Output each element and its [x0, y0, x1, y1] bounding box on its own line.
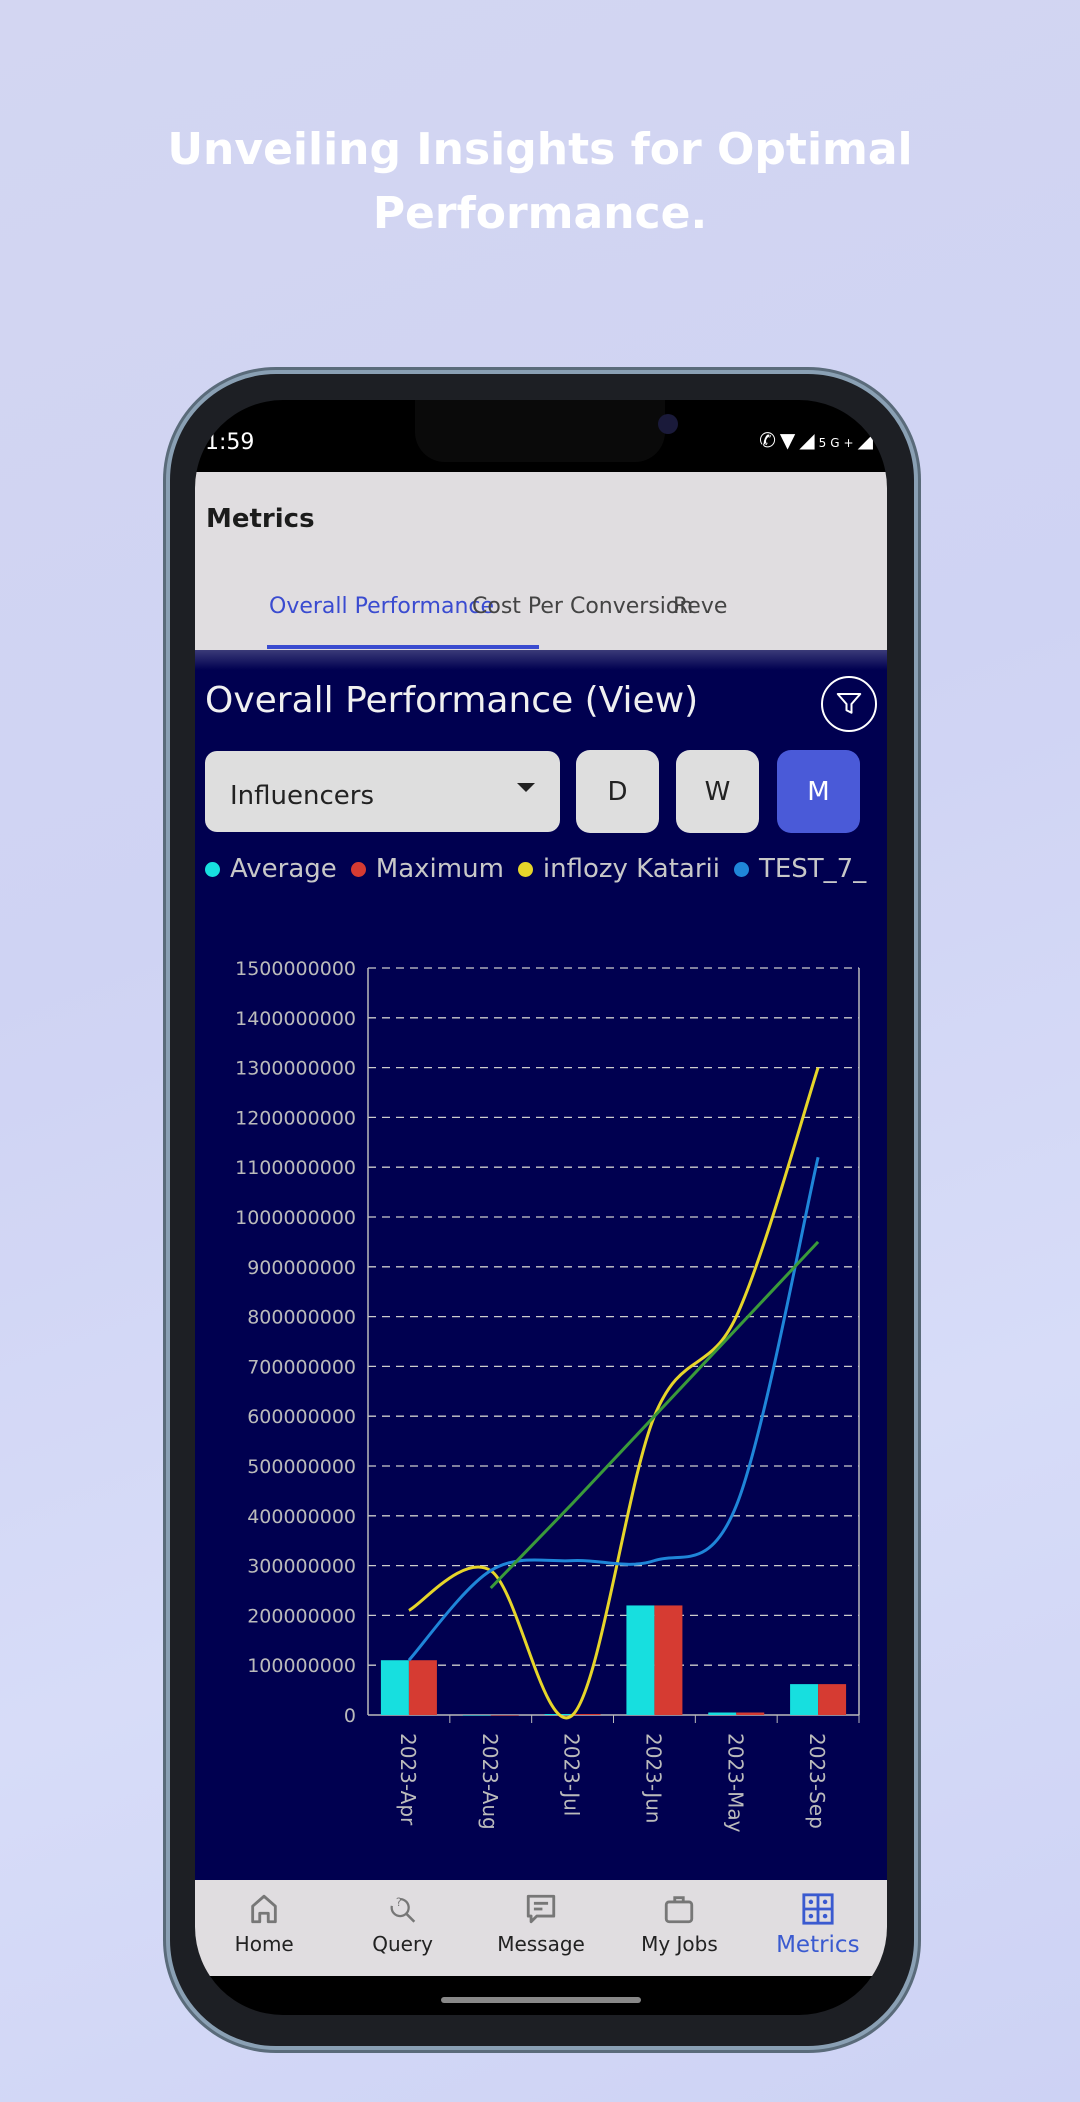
- app-bar: Metrics Overall Performance Cost Per Con…: [195, 472, 887, 650]
- tab-indicator: [267, 645, 539, 649]
- x-tick-label: 2023-Sep: [805, 1733, 829, 1829]
- signal-icon: ◢: [799, 428, 819, 452]
- period-month-button[interactable]: M: [777, 750, 860, 833]
- bar-maximum: [408, 1660, 437, 1715]
- query-icon: ?: [390, 1895, 415, 1923]
- chart-legend: Average Maximum inflozy Katarii TEST_7_: [205, 854, 866, 884]
- filter-icon: [836, 693, 862, 714]
- influencer-dropdown[interactable]: Influencers: [205, 751, 560, 832]
- nav-my-jobs[interactable]: My Jobs: [610, 1880, 748, 1976]
- filter-button[interactable]: [821, 676, 877, 732]
- section-title: Overall Performance (View): [205, 680, 699, 721]
- bar-maximum: [572, 1714, 601, 1716]
- y-tick-label: 800000000: [247, 1307, 356, 1329]
- y-tick-label: 1400000000: [235, 1008, 356, 1030]
- status-icons: ✆▼◢5G+◢: [759, 428, 877, 452]
- y-tick-label: 1500000000: [235, 958, 356, 980]
- y-tick-label: 400000000: [247, 1506, 356, 1528]
- y-tick-label: 1100000000: [235, 1157, 356, 1179]
- bar-average: [790, 1684, 819, 1715]
- metrics-grid-icon: [802, 1893, 834, 1925]
- legend-inflozy[interactable]: inflozy Katarii: [517, 854, 720, 884]
- y-tick-label: 1000000000: [235, 1207, 356, 1229]
- legend-dot: [205, 861, 220, 877]
- bar-maximum: [654, 1605, 683, 1715]
- signal-icon: ◢: [857, 428, 877, 452]
- bar-average: [380, 1660, 409, 1715]
- bottom-nav: Home ? Query Message My Jobs Metrics: [195, 1880, 887, 1976]
- legend-label: TEST_7_: [758, 854, 867, 884]
- briefcase-icon: [665, 1896, 694, 1924]
- caret-down-icon: [517, 783, 535, 792]
- bar-maximum: [818, 1684, 847, 1715]
- notch: [415, 400, 678, 462]
- y-tick-label: 700000000: [247, 1356, 356, 1378]
- dropdown-value: Influencers: [230, 781, 375, 811]
- legend-dot: [517, 861, 533, 877]
- headline-line2: Performance.: [372, 188, 708, 239]
- legend-label: inflozy Katarii: [542, 854, 720, 884]
- page-title: Metrics: [206, 504, 315, 534]
- bar-average: [708, 1712, 737, 1715]
- headline: Unveiling Insights for Optimal Performan…: [0, 118, 1080, 246]
- line-trend: [489, 1240, 820, 1590]
- legend-average[interactable]: Average: [205, 854, 337, 884]
- legend-maximum[interactable]: Maximum: [350, 854, 504, 884]
- nav-message[interactable]: Message: [472, 1880, 610, 1976]
- bar-average: [626, 1605, 655, 1715]
- bar-maximum: [736, 1712, 765, 1715]
- bar-maximum: [490, 1715, 519, 1716]
- legend-test[interactable]: TEST_7_: [733, 854, 867, 884]
- y-tick-label: 1300000000: [235, 1058, 356, 1080]
- period-week-button[interactable]: W: [676, 750, 759, 833]
- home-icon: [251, 1894, 277, 1924]
- metrics-content: Overall Performance (View) Influencers D…: [195, 650, 887, 1880]
- x-tick-label: 2023-Jul: [560, 1733, 584, 1816]
- y-tick-label: 900000000: [247, 1257, 356, 1279]
- y-tick-label: 1200000000: [235, 1107, 356, 1129]
- wifi-call-icon: ✆: [759, 428, 780, 452]
- nav-label: Metrics: [776, 1932, 860, 1958]
- legend-dot: [733, 861, 749, 877]
- performance-chart: 0 100000000 200000000 300000000 400000000 500…: [235, 958, 860, 1833]
- nav-label: Query: [372, 1932, 433, 1956]
- x-tick-label: 2023-Aug: [478, 1733, 502, 1830]
- legend-dot: [350, 861, 366, 877]
- network-type: 5G+: [818, 436, 858, 450]
- nav-label: Message: [497, 1932, 585, 1956]
- x-tick-label: 2023-Apr: [396, 1733, 420, 1826]
- camera-icon: [658, 414, 678, 434]
- svg-text:?: ?: [396, 1895, 402, 1909]
- nav-label: Home: [234, 1932, 294, 1956]
- line-inflozy-katarii: [408, 1067, 820, 1720]
- x-tick-label: 2023-May: [723, 1733, 747, 1833]
- tab-overall-performance[interactable]: Overall Performance: [269, 594, 494, 619]
- x-tick-label: 2023-Jun: [641, 1733, 665, 1823]
- phone-screen: 1:59 ✆▼◢5G+◢ Metrics Overall Performance…: [195, 400, 887, 2015]
- y-tick-label: 0: [344, 1705, 356, 1727]
- tab-revenue[interactable]: Reve: [673, 594, 727, 619]
- y-tick-label: 300000000: [247, 1556, 356, 1578]
- y-tick-label: 200000000: [247, 1605, 356, 1627]
- status-time: 1:59: [205, 430, 255, 455]
- bar-average: [462, 1715, 491, 1716]
- nav-label: My Jobs: [641, 1932, 718, 1956]
- nav-query[interactable]: ? Query: [333, 1880, 471, 1976]
- y-tick-label: 500000000: [247, 1456, 356, 1478]
- y-tick-label: 600000000: [247, 1406, 356, 1428]
- legend-label: Maximum: [375, 854, 504, 884]
- nav-metrics[interactable]: Metrics: [749, 1880, 887, 1976]
- legend-label: Average: [230, 854, 337, 884]
- y-tick-label: 100000000: [247, 1655, 356, 1677]
- wifi-icon: ▼: [779, 428, 800, 452]
- tab-cost-per-conversion[interactable]: Cost Per Conversion: [472, 594, 693, 619]
- period-day-button[interactable]: D: [576, 750, 659, 833]
- message-icon: [526, 1894, 556, 1924]
- headline-line1: Unveiling Insights for Optimal: [167, 124, 913, 175]
- nav-home[interactable]: Home: [195, 1880, 333, 1976]
- home-indicator[interactable]: [441, 1997, 641, 2003]
